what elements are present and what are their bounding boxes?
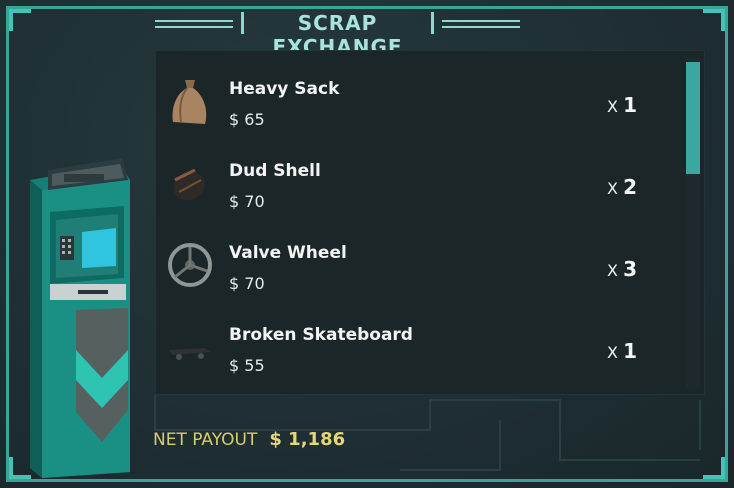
sack-icon	[172, 80, 207, 124]
net-payout: NET PAYOUT $ 1,186	[153, 429, 345, 450]
quantity-value: 3	[623, 257, 637, 281]
quantity-prefix: X	[607, 179, 618, 198]
quantity-value: 2	[623, 175, 637, 199]
item-name: Heavy Sack	[229, 79, 340, 99]
item-quantity: X 3	[607, 257, 637, 281]
title-right-ornament	[442, 20, 520, 28]
item-price: $ 70	[229, 192, 265, 211]
item-name: Dud Shell	[229, 161, 321, 181]
title-left-ornament	[155, 20, 233, 28]
scrap-exchange-window: SCRAP EXCHANGE Heavy Sack $ 65 X 1 Dud S…	[0, 0, 734, 488]
item-quantity: X 2	[607, 175, 637, 199]
scrollbar-thumb[interactable]	[686, 62, 700, 174]
atm-machine-illustration	[30, 158, 130, 478]
list-item[interactable]: Heavy Sack $ 65 X 1	[155, 60, 705, 142]
quantity-value: 1	[623, 339, 637, 363]
item-price: $ 70	[229, 274, 265, 293]
list-item[interactable]: Dud Shell $ 70 X 2	[155, 142, 705, 224]
list-item[interactable]: Broken Skateboard $ 55 X 1	[155, 306, 705, 388]
shell-icon	[173, 168, 205, 201]
quantity-prefix: X	[607, 261, 618, 280]
item-quantity: X 1	[607, 93, 637, 117]
item-quantity: X 1	[607, 339, 637, 363]
item-name: Broken Skateboard	[229, 325, 413, 345]
item-name: Valve Wheel	[229, 243, 347, 263]
valve-wheel-icon	[168, 243, 212, 287]
quantity-value: 1	[623, 93, 637, 117]
quantity-prefix: X	[607, 97, 618, 116]
net-payout-label: NET PAYOUT	[153, 430, 258, 450]
skateboard-icon	[169, 348, 211, 360]
net-payout-value: $ 1,186	[269, 429, 346, 450]
list-item[interactable]: Valve Wheel $ 70 X 3	[155, 224, 705, 306]
item-price: $ 55	[229, 356, 265, 375]
title-right-tick	[431, 12, 434, 34]
quantity-prefix: X	[607, 343, 618, 362]
scrap-item-list: Heavy Sack $ 65 X 1 Dud Shell $ 70 X 2 V…	[155, 50, 705, 395]
title-left-tick	[241, 12, 244, 34]
item-price: $ 65	[229, 110, 265, 129]
title-bar: SCRAP EXCHANGE	[155, 10, 520, 59]
